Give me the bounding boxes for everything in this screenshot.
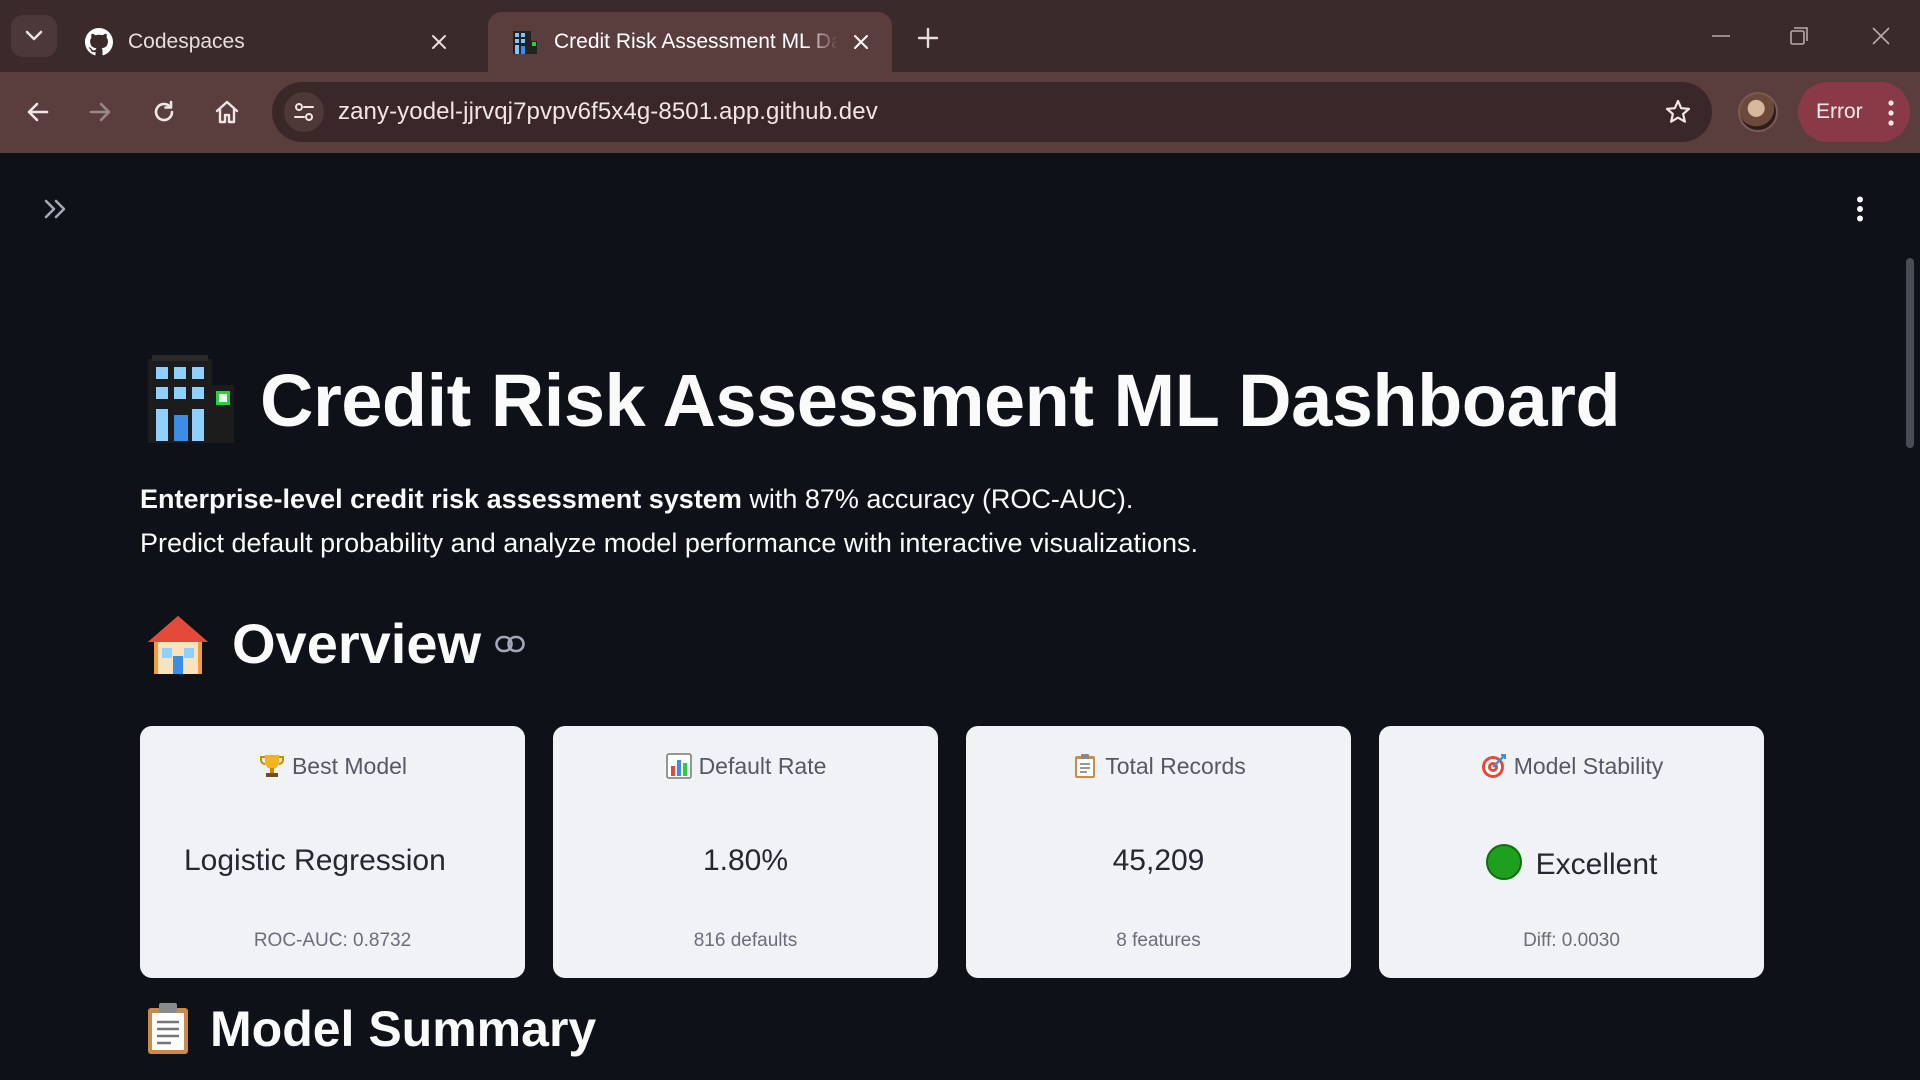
minimize-icon [1712, 35, 1730, 37]
card-label-row: Default Rate [553, 752, 938, 780]
green-circle-icon [1485, 844, 1522, 880]
overview-title: Overview [232, 612, 482, 675]
restore-icon [1790, 27, 1808, 45]
card-label: Best Model [291, 752, 408, 779]
tab-codespaces[interactable]: Codespaces [62, 12, 470, 72]
intro-rest-text: with 87% accuracy (ROC-AUC). [741, 484, 1134, 514]
card-label-row: Total Records [966, 752, 1351, 780]
card-value: 45,209 [1112, 844, 1205, 877]
streamlit-app: Credit Risk Assessment ML Dashboard Ente… [0, 153, 1920, 1080]
metric-card-best-model: Best Model Logistic Regression ROC-AUC: … [140, 726, 525, 978]
overview-heading: Overview [146, 611, 525, 676]
restore-button[interactable] [1774, 14, 1824, 58]
new-tab-button[interactable] [908, 18, 948, 58]
anchor-link[interactable] [495, 635, 525, 653]
tab-credit-risk-dashboard[interactable]: Credit Risk Assessment ML Dashboard [488, 12, 892, 72]
card-label-row: Model Stability [1379, 752, 1764, 780]
arrow-left-icon [27, 102, 49, 122]
page-title: Credit Risk Assessment ML Dashboard [260, 358, 1621, 442]
star-icon [1665, 99, 1691, 123]
metric-card-model-stability: Model Stability Excellent Diff: 0.0030 [1379, 726, 1764, 978]
card-label: Model Stability [1513, 752, 1664, 779]
profile-error-button[interactable]: Error [1798, 82, 1910, 142]
intro-bold-text: Enterprise-level credit risk assessment … [140, 484, 742, 514]
close-window-button[interactable] [1856, 14, 1906, 58]
card-value-row: Excellent [1379, 844, 1764, 882]
page-title-row: Credit Risk Assessment ML Dashboard [146, 355, 1621, 445]
intro-second-line: Predict default probability and analyze … [140, 528, 1199, 558]
clipboard-icon [1071, 752, 1099, 780]
minimize-button[interactable] [1696, 14, 1746, 58]
chevron-down-icon [25, 30, 43, 41]
home-button[interactable] [205, 90, 249, 134]
model-summary-heading: Model Summary [146, 1000, 596, 1058]
reload-icon [154, 100, 174, 122]
office-building-icon [148, 355, 234, 443]
house-icon [148, 615, 208, 674]
bar-chart-icon [665, 752, 693, 780]
tab-title: Credit Risk Assessment ML Dashboard [554, 30, 838, 53]
plus-icon [917, 27, 939, 49]
browser-tab-strip: Codespaces Credit Risk Assessment ML Das… [0, 0, 1920, 72]
card-value: Excellent [1535, 848, 1658, 881]
tab-title: Codespaces [128, 30, 245, 53]
office-building-icon [510, 27, 540, 57]
card-label: Default Rate [698, 752, 827, 779]
tab-search-button[interactable] [11, 15, 57, 57]
main-menu-button[interactable] [1840, 189, 1880, 229]
target-icon [1480, 752, 1508, 780]
forward-button[interactable] [78, 90, 122, 134]
more-vert-icon [1888, 100, 1894, 126]
trophy-icon [258, 752, 286, 780]
reload-button[interactable] [142, 90, 186, 134]
card-subtext: 816 defaults [693, 930, 798, 951]
close-icon[interactable] [424, 27, 454, 57]
intro-text: Enterprise-level credit risk assessment … [140, 477, 1198, 565]
tune-icon [294, 103, 314, 121]
model-summary-title: Model Summary [210, 1001, 597, 1057]
card-subtext: 8 features [1116, 930, 1201, 951]
card-value: Logistic Regression [184, 844, 446, 877]
card-label-row: Best Model [140, 752, 525, 780]
github-icon [84, 27, 114, 57]
bookmark-button[interactable] [1658, 92, 1698, 132]
site-info-button[interactable] [284, 92, 324, 132]
card-subtext: ROC-AUC: 0.8732 [253, 930, 412, 951]
address-bar[interactable]: zany-yodel-jjrvqj7pvpv6f5x4g-8501.app.gi… [272, 82, 1712, 142]
home-icon [215, 100, 239, 124]
metric-card-default-rate: Default Rate 1.80% 816 defaults [553, 726, 938, 978]
metric-card-total-records: Total Records 45,209 8 features [966, 726, 1351, 978]
close-icon [1872, 27, 1890, 45]
error-label: Error [1816, 100, 1863, 123]
card-value: 1.80% [702, 844, 789, 877]
clipboard-icon [148, 1003, 188, 1054]
expand-sidebar-button[interactable] [36, 189, 76, 229]
arrow-right-icon [89, 102, 111, 122]
url-text[interactable]: zany-yodel-jjrvqj7pvpv6f5x4g-8501.app.gi… [338, 82, 878, 142]
link-icon [495, 635, 525, 652]
more-vert-icon [1857, 196, 1863, 222]
card-label: Total Records [1105, 752, 1246, 779]
card-subtext: Diff: 0.0030 [1523, 930, 1620, 951]
back-button[interactable] [16, 90, 60, 134]
overview-metric-cards: Best Model Logistic Regression ROC-AUC: … [140, 726, 1764, 978]
double-chevron-right-icon [44, 199, 66, 219]
close-icon[interactable] [846, 27, 876, 57]
profile-avatar[interactable] [1738, 92, 1778, 132]
browser-toolbar: zany-yodel-jjrvqj7pvpv6f5x4g-8501.app.gi… [0, 72, 1920, 153]
scrollbar-thumb[interactable] [1906, 258, 1914, 448]
